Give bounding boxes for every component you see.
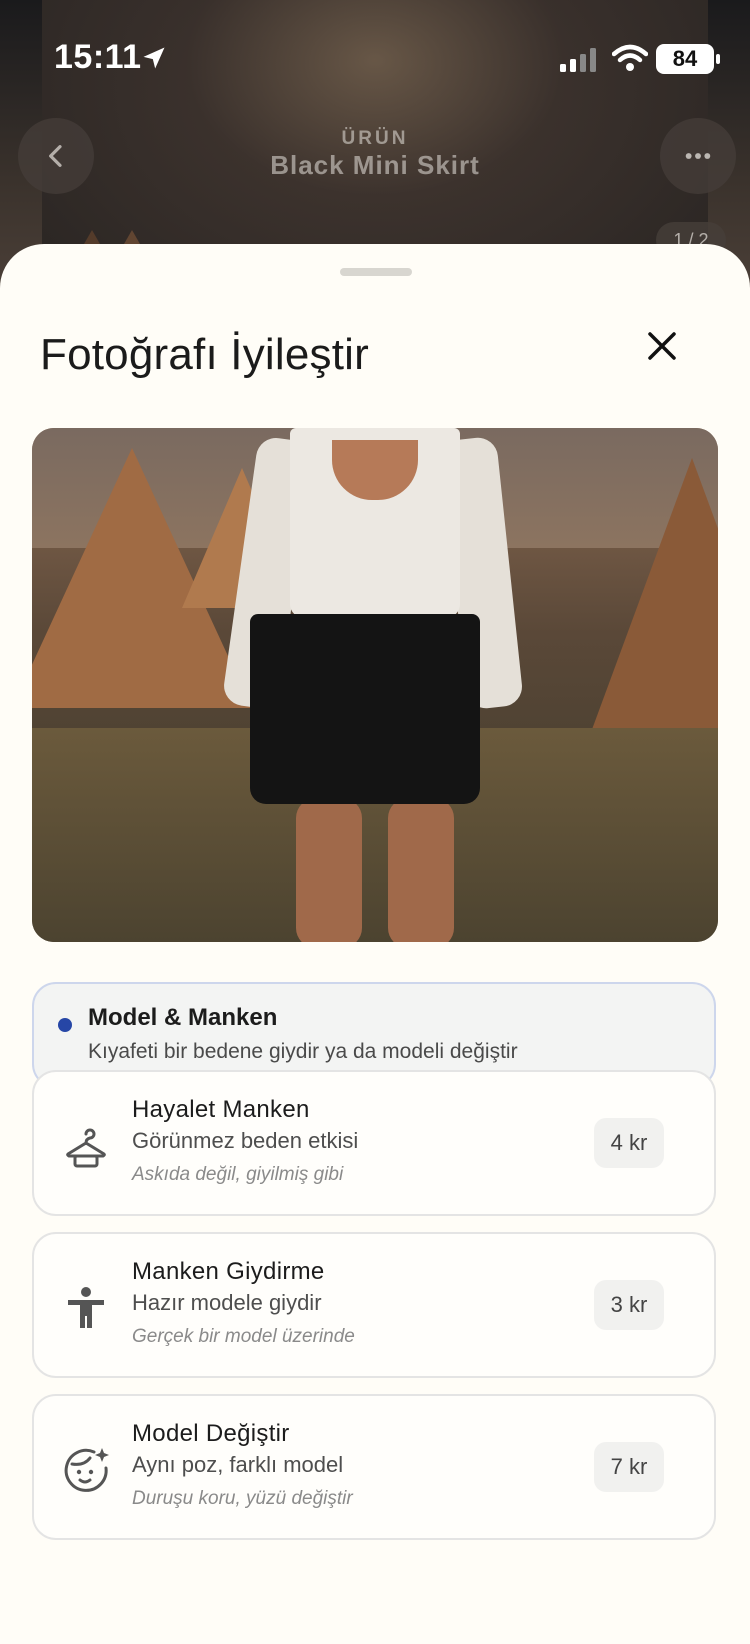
status-time: 15:11 (54, 38, 142, 76)
option-manken-giydirme[interactable]: Manken Giydirme Hazır modele giydir Gerç… (32, 1232, 716, 1378)
face-sparkle-icon (64, 1448, 109, 1492)
price-badge: 4 kr (594, 1118, 664, 1168)
model-leg (388, 798, 454, 942)
enhance-photo-sheet: Fotoğrafı İyileştir Model & Manken Kıyaf… (0, 244, 750, 1644)
option-title: Model Değiştir (132, 1420, 290, 1447)
price-badge: 3 kr (594, 1280, 664, 1330)
option-note: Gerçek bir model üzerinde (132, 1326, 355, 1347)
option-title: Manken Giydirme (132, 1258, 325, 1285)
option-subtitle: Kıyafeti bir bedene giydir ya da modeli … (88, 1040, 518, 1063)
photo-preview (32, 428, 718, 942)
close-icon (648, 332, 676, 360)
price-badge: 7 kr (594, 1442, 664, 1492)
location-arrow-icon (143, 47, 165, 69)
option-note: Duruşu koru, yüzü değiştir (132, 1488, 353, 1509)
option-note: Askıda değil, giyilmiş gibi (132, 1164, 344, 1185)
wifi-icon (612, 44, 648, 71)
more-options-button[interactable] (660, 118, 736, 194)
status-bar: 15:11 84 (0, 0, 750, 100)
model-leg (296, 798, 362, 942)
option-hayalet-manken[interactable]: Hayalet Manken Görünmez beden etkisi Ask… (32, 1070, 716, 1216)
hanger-icon (66, 1128, 106, 1168)
person-icon (68, 1287, 104, 1328)
option-title: Hayalet Manken (132, 1096, 310, 1123)
option-subtitle: Aynı poz, farklı model (132, 1452, 344, 1477)
sheet-grabber[interactable] (340, 268, 412, 276)
battery-indicator: 84 (656, 44, 720, 74)
option-subtitle: Görünmez beden etkisi (132, 1128, 359, 1153)
option-title: Model & Manken (88, 1004, 278, 1031)
ellipsis-icon (685, 153, 711, 159)
selected-dot-icon (58, 1018, 72, 1032)
sheet-title: Fotoğrafı İyileştir (40, 330, 370, 379)
model-figure (220, 428, 530, 942)
close-button[interactable] (640, 324, 684, 368)
black-mini-skirt (250, 614, 480, 804)
cellular-signal-icon (560, 48, 596, 72)
option-model-degistir[interactable]: Model Değiştir Aynı poz, farklı model Du… (32, 1394, 716, 1540)
product-name: Black Mini Skirt (270, 150, 480, 180)
section-label: ÜRÜN (341, 128, 409, 149)
option-subtitle: Hazır modele giydir (132, 1290, 322, 1315)
